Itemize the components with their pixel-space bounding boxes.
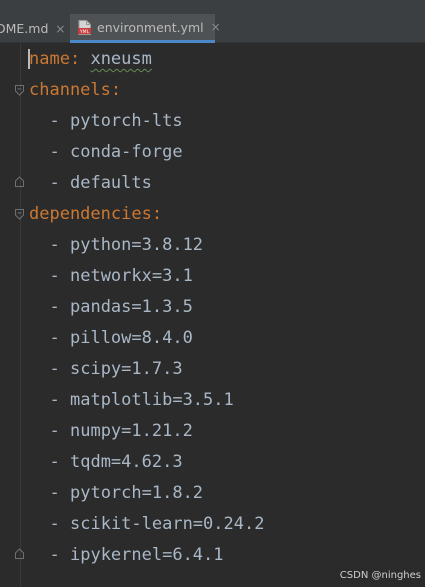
fold-end-icon[interactable]	[15, 548, 24, 559]
list-item-value: tqdm=4.62.3	[69, 452, 183, 472]
list-dash: -	[49, 483, 60, 503]
list-item-value: pandas=1.3.5	[69, 297, 193, 317]
list-dash: -	[49, 297, 60, 317]
list-dash: -	[49, 390, 60, 410]
code-line-list-item: - scikit-learn=0.24.2	[29, 509, 264, 540]
yaml-colon: :	[151, 204, 163, 224]
code-line-list-item: - numpy=1.21.2	[29, 416, 193, 447]
fold-start-icon[interactable]	[15, 209, 24, 220]
list-dash: -	[49, 514, 60, 534]
list-item-value: ipykernel=6.4.1	[69, 545, 224, 565]
code-line-name: name: xneusm	[29, 44, 152, 75]
watermark: CSDN @ninghes	[339, 570, 421, 581]
code-line-list-item: - scipy=1.7.3	[29, 354, 183, 385]
list-item-value: matplotlib=3.5.1	[69, 390, 234, 410]
yaml-key: dependencies	[29, 204, 152, 224]
list-dash: -	[49, 328, 60, 348]
code-line-list-item: - python=3.8.12	[29, 230, 203, 261]
list-dash: -	[49, 421, 60, 441]
fold-end-icon[interactable]	[15, 176, 24, 187]
tab-environment-yml[interactable]: YML environment.yml ×	[70, 14, 221, 43]
yaml-key: name	[29, 49, 70, 69]
list-dash: -	[49, 545, 60, 565]
tab-environment-yml-label: environment.yml	[97, 19, 204, 35]
code-line-list-item: - networkx=3.1	[29, 261, 193, 292]
list-dash: -	[49, 452, 60, 472]
list-dash: -	[49, 235, 60, 255]
list-dash: -	[49, 359, 60, 379]
fold-start-icon[interactable]	[15, 85, 24, 96]
list-dash: -	[49, 173, 60, 193]
close-icon[interactable]: ×	[211, 21, 221, 33]
list-item-value: pytorch=1.8.2	[69, 483, 204, 503]
list-item-value: numpy=1.21.2	[69, 421, 193, 441]
list-dash: -	[49, 266, 60, 286]
list-item-value: pillow=8.4.0	[69, 328, 193, 348]
code-editor[interactable]: name: xneusm channels: - pytorch-lts - c…	[0, 43, 425, 587]
code-line-dependencies: dependencies:	[29, 199, 162, 230]
yaml-colon: :	[110, 80, 122, 100]
code-line-list-item: - defaults	[29, 168, 152, 199]
yaml-key: channels	[29, 80, 111, 100]
code-line-list-item: - pandas=1.3.5	[29, 292, 193, 323]
code-line-list-item: - pytorch-lts	[29, 106, 183, 137]
list-item-value: python=3.8.12	[69, 235, 204, 255]
code-line-list-item: - matplotlib=3.5.1	[29, 385, 234, 416]
list-dash: -	[49, 111, 60, 131]
yaml-colon: :	[69, 49, 81, 69]
code-line-channels: channels:	[29, 75, 121, 106]
list-item-value: scipy=1.7.3	[69, 359, 183, 379]
list-item-value: pytorch-lts	[69, 111, 183, 131]
yaml-file-icon: YML	[78, 19, 91, 35]
code-line-list-item: - conda-forge	[29, 137, 183, 168]
list-item-value: scikit-learn=0.24.2	[69, 514, 265, 534]
list-item-value: defaults	[69, 173, 152, 193]
list-dash: -	[49, 142, 60, 162]
code-line-list-item: - pillow=8.4.0	[29, 323, 193, 354]
code-line-list-item: - ipykernel=6.4.1	[29, 540, 224, 571]
gutter-separator	[20, 43, 21, 587]
yaml-icon-text: YML	[79, 29, 90, 35]
code-line-list-item: - pytorch=1.8.2	[29, 478, 203, 509]
list-item-value: networkx=3.1	[69, 266, 193, 286]
tab-readme[interactable]: DME.md ×	[0, 14, 66, 43]
tab-readme-label: DME.md	[0, 21, 49, 36]
editor-tab-bar: DME.md × YML environment.yml ×	[0, 0, 425, 43]
close-icon[interactable]: ×	[55, 23, 65, 35]
ide-window: DME.md × YML environment.yml × name: xne…	[0, 0, 425, 587]
list-item-value: conda-forge	[69, 142, 183, 162]
yaml-value: xneusm	[90, 49, 152, 69]
code-line-list-item: - tqdm=4.62.3	[29, 447, 183, 478]
